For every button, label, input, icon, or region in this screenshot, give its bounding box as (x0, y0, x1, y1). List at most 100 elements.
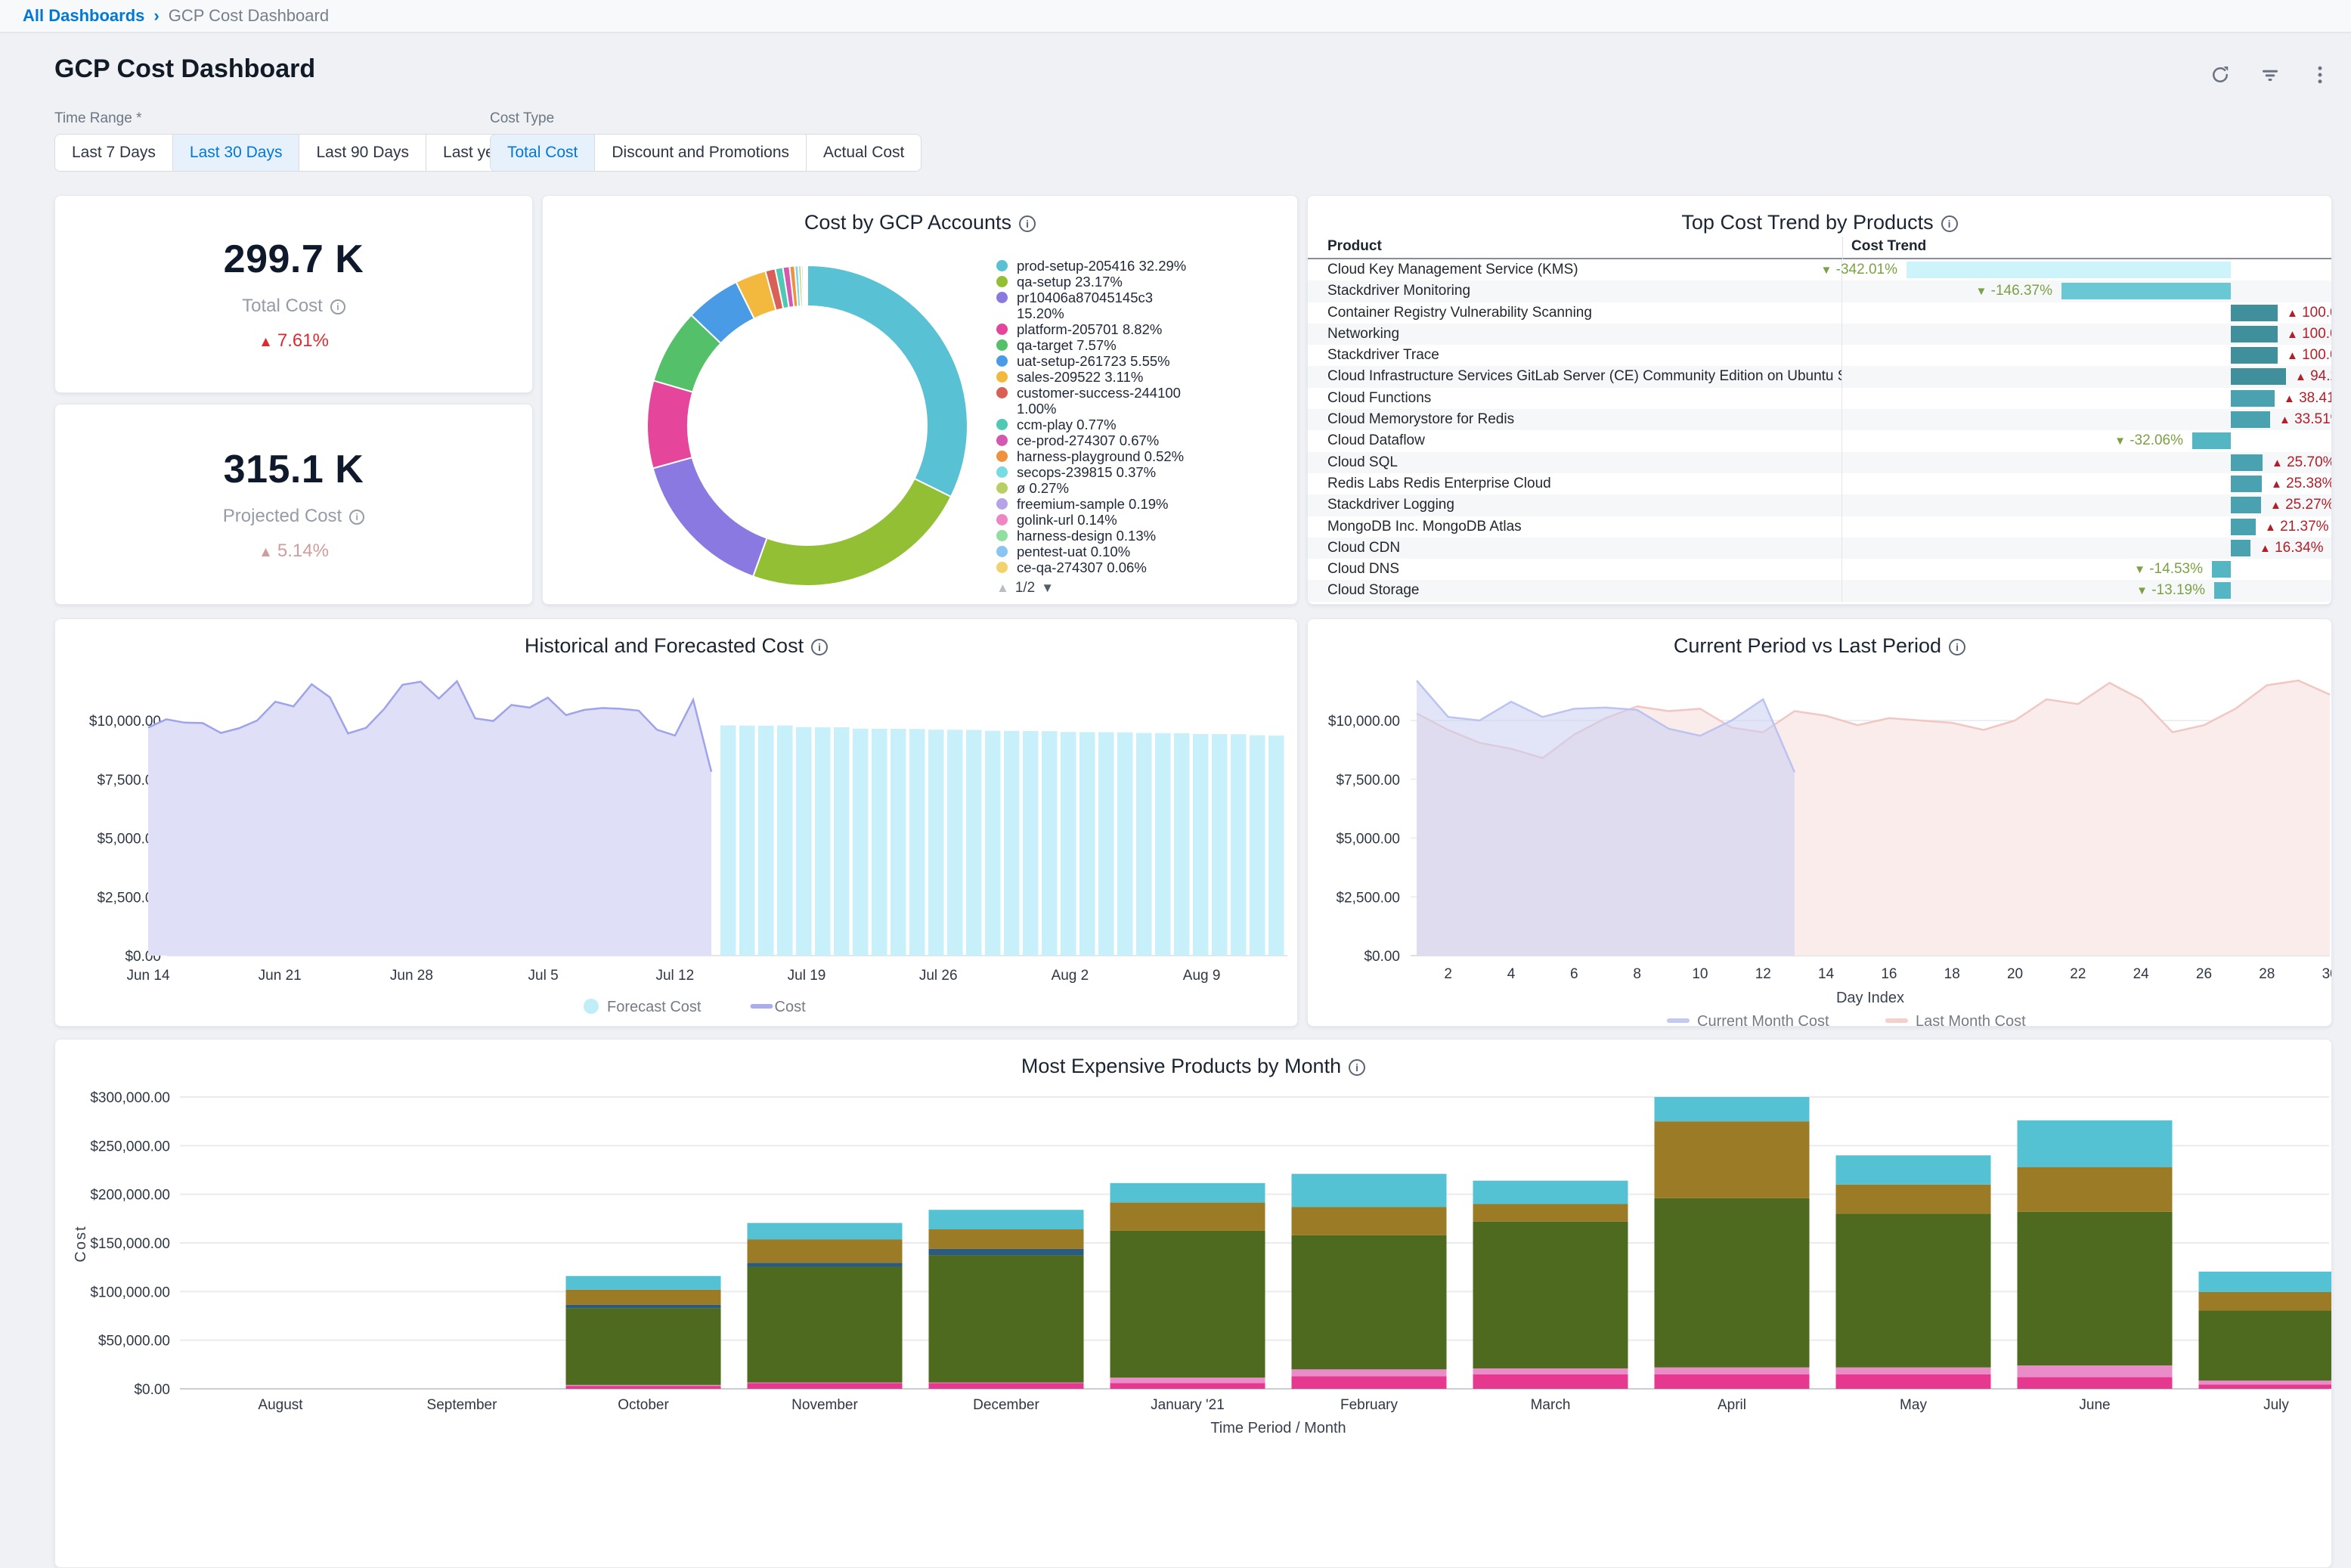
stacked-bar-segment[interactable] (1110, 1183, 1265, 1203)
stacked-bar-segment[interactable] (1655, 1374, 1810, 1389)
legend-item[interactable]: prod-setup-205416 32.29% (996, 258, 1291, 274)
info-icon[interactable]: i (1941, 215, 1958, 232)
stacked-bar-segment[interactable] (1292, 1369, 1447, 1376)
stacked-bar-segment[interactable] (1836, 1155, 1991, 1185)
breadcrumb-all-dashboards[interactable]: All Dashboards (23, 6, 144, 26)
legend-label[interactable]: Forecast Cost (607, 999, 702, 1015)
stacked-bar-segment[interactable] (748, 1267, 903, 1383)
stacked-bar-segment[interactable] (2199, 1384, 2333, 1389)
stacked-bar-segment[interactable] (748, 1239, 903, 1263)
stacked-bar-segment[interactable] (929, 1210, 1084, 1229)
stacked-bar-segment[interactable] (2199, 1272, 2333, 1292)
stacked-bar-segment[interactable] (1473, 1374, 1628, 1389)
stacked-bar-segment[interactable] (2018, 1120, 2173, 1167)
legend-item[interactable]: harness-playground 0.52% (996, 448, 1291, 464)
stacked-bar-segment[interactable] (2018, 1365, 2173, 1377)
legend-item[interactable]: qa-setup 23.17% (996, 274, 1291, 290)
stacked-bar-segment[interactable] (748, 1223, 903, 1240)
stacked-bar-segment[interactable] (929, 1383, 1084, 1389)
stacked-bar-segment[interactable] (1110, 1203, 1265, 1231)
x-axis-tick: 30 (2322, 966, 2332, 982)
cost-type-option-total-cost[interactable]: Total Cost (491, 135, 595, 171)
legend-item[interactable]: ce-qa-274307 0.06% (996, 559, 1291, 575)
stacked-bar-segment[interactable] (1473, 1204, 1628, 1222)
cost-type-option-discount-and-promotions[interactable]: Discount and Promotions (595, 135, 807, 171)
legend-item[interactable]: qa-target 7.57% (996, 337, 1291, 353)
legend-item[interactable]: uat-setup-261723 5.55% (996, 353, 1291, 369)
donut-slice[interactable] (807, 265, 968, 497)
legend-item[interactable]: pr10406a87045145c3 15.20% (996, 290, 1291, 321)
info-icon[interactable]: i (1019, 215, 1036, 232)
legend-item[interactable]: pentest-uat 0.10% (996, 544, 1291, 559)
stacked-bar-segment[interactable] (1473, 1181, 1628, 1204)
stacked-bar-segment[interactable] (1836, 1374, 1991, 1389)
stacked-bar-segment[interactable] (1836, 1213, 1991, 1367)
page-up-icon[interactable]: ▲ (996, 581, 1009, 596)
stacked-bar-segment[interactable] (929, 1229, 1084, 1249)
donut-slice[interactable] (653, 457, 767, 576)
stacked-bar-segment[interactable] (748, 1263, 903, 1266)
stacked-bar-segment[interactable] (2018, 1212, 2173, 1365)
stacked-bar-segment[interactable] (1292, 1207, 1447, 1235)
stacked-bar-segment[interactable] (1110, 1383, 1265, 1389)
trend-value: ▼ -146.37% (1976, 280, 2052, 302)
legend-item[interactable]: ø 0.27% (996, 480, 1291, 496)
stacked-bar-segment[interactable] (929, 1383, 1084, 1384)
stacked-bar-segment[interactable] (566, 1290, 721, 1305)
legend-label[interactable]: Cost (775, 999, 807, 1015)
legend-item[interactable]: golink-url 0.14% (996, 512, 1291, 528)
stacked-bar-segment[interactable] (929, 1249, 1084, 1255)
stacked-bar-segment[interactable] (566, 1276, 721, 1290)
stacked-bar-segment[interactable] (748, 1383, 903, 1384)
legend-item[interactable]: ccm-play 0.77% (996, 417, 1291, 432)
stacked-bar-segment[interactable] (2199, 1381, 2333, 1384)
legend-label[interactable]: Last Month Cost (1916, 1013, 2026, 1027)
filter-icon[interactable] (2259, 64, 2281, 86)
legend-item[interactable]: platform-205701 8.82% (996, 321, 1291, 337)
stacked-bar-segment[interactable] (1655, 1121, 1810, 1198)
donut-slice[interactable] (753, 479, 951, 586)
legend-label[interactable]: Current Month Cost (1697, 1013, 1829, 1027)
time-range-option-last-30-days[interactable]: Last 30 Days (173, 135, 300, 171)
donut-slice[interactable] (647, 380, 692, 468)
stacked-bar-segment[interactable] (2018, 1377, 2173, 1389)
info-icon[interactable]: i (330, 299, 345, 315)
page-down-icon[interactable]: ▼ (1041, 581, 1054, 596)
legend-item[interactable]: harness-design 0.13% (996, 528, 1291, 544)
legend-item[interactable]: secops-239815 0.37% (996, 464, 1291, 480)
time-range-option-last-90-days[interactable]: Last 90 Days (299, 135, 426, 171)
stacked-bar-segment[interactable] (1110, 1231, 1265, 1377)
stacked-bar-segment[interactable] (1110, 1377, 1265, 1383)
stacked-bar-segment[interactable] (566, 1385, 721, 1386)
time-range-option-last-7-days[interactable]: Last 7 Days (55, 135, 173, 171)
stacked-bar-segment[interactable] (566, 1305, 721, 1309)
stacked-bar-segment[interactable] (1292, 1235, 1447, 1370)
legend-item[interactable]: sales-209522 3.11% (996, 369, 1291, 385)
stacked-bar-segment[interactable] (1473, 1222, 1628, 1368)
x-axis-tick: March (1531, 1397, 1571, 1413)
stacked-bar-segment[interactable] (1655, 1198, 1810, 1368)
more-menu-icon[interactable] (2309, 64, 2331, 86)
legend-item[interactable]: ce-prod-274307 0.67% (996, 432, 1291, 448)
table-row: Cloud SQL▲ 25.70% (1308, 452, 2331, 473)
stacked-bar-segment[interactable] (1473, 1368, 1628, 1374)
stacked-bar-segment[interactable] (748, 1383, 903, 1389)
refresh-icon[interactable] (2209, 64, 2232, 86)
cost-type-option-actual-cost[interactable]: Actual Cost (807, 135, 921, 171)
legend-item[interactable]: customer-success-244100 1.00% (996, 385, 1291, 417)
stacked-bar-segment[interactable] (1836, 1368, 1991, 1374)
info-icon[interactable]: i (349, 510, 364, 525)
stacked-bar-segment[interactable] (1836, 1185, 1991, 1214)
stacked-bar-segment[interactable] (1292, 1376, 1447, 1389)
trend-value: ▲ 100.00% (2287, 345, 2332, 367)
stacked-bar-segment[interactable] (2199, 1292, 2333, 1310)
stacked-bar-segment[interactable] (1655, 1097, 1810, 1121)
stacked-bar-segment[interactable] (929, 1255, 1084, 1383)
stacked-bar-segment[interactable] (2199, 1310, 2333, 1381)
stacked-bar-segment[interactable] (566, 1386, 721, 1389)
stacked-bar-segment[interactable] (1655, 1368, 1810, 1374)
stacked-bar-segment[interactable] (2018, 1167, 2173, 1212)
stacked-bar-segment[interactable] (1292, 1174, 1447, 1207)
legend-item[interactable]: freemium-sample 0.19% (996, 496, 1291, 512)
stacked-bar-segment[interactable] (566, 1308, 721, 1385)
